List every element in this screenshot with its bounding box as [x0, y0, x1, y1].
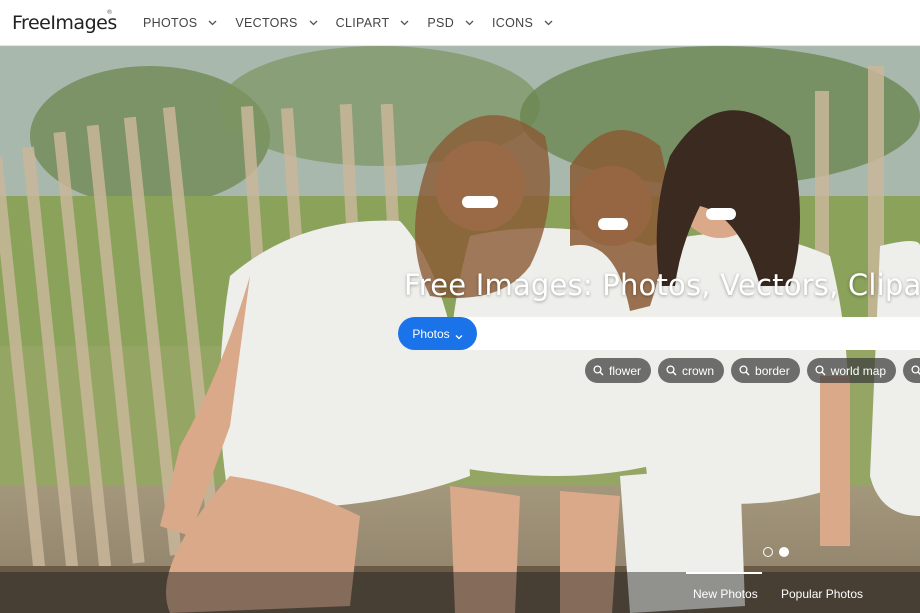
nav-item-vectors[interactable]: VECTORS [235, 16, 335, 30]
tag-crown[interactable]: crown [658, 358, 725, 383]
nav-item-clipart[interactable]: CLIPART [336, 16, 428, 30]
tab-new-photos[interactable]: New Photos [693, 582, 758, 606]
search-type-dropdown[interactable]: Photos [398, 317, 477, 350]
tag-label: flower [609, 363, 642, 378]
hero-banner: Free Images: Photos, Vectors, Clipart, I… [0, 46, 920, 613]
popular-searches: flower crown border world map [585, 358, 920, 383]
chevron-down-icon [208, 18, 217, 27]
chevron-down-icon [455, 330, 463, 339]
search-icon [739, 365, 750, 376]
nav-item-psd[interactable]: PSD [427, 16, 492, 30]
search-icon [666, 365, 677, 376]
tag-border[interactable]: border [731, 358, 800, 383]
search-icon [815, 365, 826, 376]
chevron-down-icon [465, 18, 474, 27]
nav-label-psd: PSD [427, 15, 455, 30]
search-input[interactable] [484, 317, 920, 350]
nav-label-vectors: VECTORS [235, 15, 298, 30]
nav-label-photos: PHOTOS [143, 15, 198, 30]
search-bar: Photos [398, 317, 920, 350]
tab-popular-photos[interactable]: Popular Photos [781, 582, 863, 606]
carousel-indicators [763, 547, 795, 557]
main-nav: PHOTOS VECTORS CLIPART PSD ICONS [143, 16, 571, 30]
search-type-label: Photos [412, 326, 450, 341]
carousel-dot-1[interactable] [763, 547, 773, 557]
tag-label: world map [830, 363, 887, 378]
nav-item-icons[interactable]: ICONS [492, 16, 571, 30]
search-icon [593, 365, 604, 376]
registered-mark: ® [106, 8, 113, 16]
photo-tabs-bar: New Photos Popular Photos [0, 572, 920, 613]
logo-text: FreeImages [12, 11, 117, 34]
site-logo[interactable]: FreeImages ® [12, 8, 117, 34]
tag-label: border [755, 363, 790, 378]
tag-world-map[interactable]: world map [806, 358, 897, 383]
chevron-down-icon [309, 18, 318, 27]
hero-title: Free Images: Photos, Vectors, Clipart, I… [404, 268, 920, 302]
nav-label-clipart: CLIPART [335, 15, 390, 30]
tag-label: crown [682, 363, 715, 378]
tag-partial[interactable] [903, 358, 920, 383]
search-icon [911, 365, 920, 375]
top-navigation-bar: FreeImages ® PHOTOS VECTORS CLIPART PSD I… [0, 0, 920, 46]
tag-flower[interactable]: flower [585, 358, 652, 383]
chevron-down-icon [400, 18, 409, 27]
chevron-down-icon [544, 18, 553, 27]
active-tab-indicator [686, 572, 762, 574]
nav-item-photos[interactable]: PHOTOS [143, 16, 235, 30]
nav-label-icons: ICONS [492, 15, 534, 30]
carousel-dot-2[interactable] [779, 547, 789, 557]
